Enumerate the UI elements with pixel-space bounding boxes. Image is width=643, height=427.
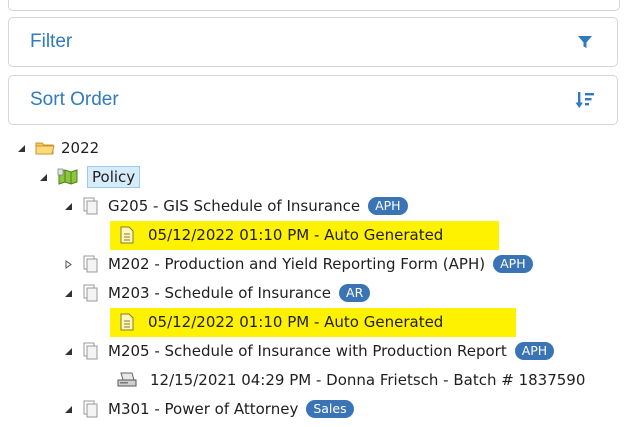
documents-icon bbox=[82, 196, 102, 216]
version-label: 05/12/2022 01:10 PM - Auto Generated bbox=[148, 313, 444, 331]
form-label: M202 - Production and Yield Reporting Fo… bbox=[108, 255, 486, 273]
folder-icon bbox=[35, 140, 55, 156]
form-label: M203 - Schedule of Insurance bbox=[108, 284, 332, 302]
expand-arrow-icon[interactable] bbox=[63, 346, 73, 356]
expand-arrow-icon[interactable] bbox=[63, 201, 73, 211]
version-label: 12/15/2021 04:29 PM - Donna Frietsch - B… bbox=[150, 371, 586, 389]
previous-panel-edge bbox=[8, 0, 620, 11]
tree-node-version[interactable]: 05/12/2022 01:10 PM - Auto Generated bbox=[118, 308, 443, 336]
collapsed-arrow-icon[interactable] bbox=[63, 259, 73, 269]
form-label: M205 - Schedule of Insurance with Produc… bbox=[108, 342, 507, 360]
documents-icon bbox=[82, 283, 102, 303]
expand-arrow-icon[interactable] bbox=[63, 404, 73, 414]
sort-order-icon[interactable] bbox=[573, 88, 597, 112]
documents-icon bbox=[82, 254, 102, 274]
version-label: 05/12/2022 01:10 PM - Auto Generated bbox=[148, 226, 444, 244]
sort-order-title: Sort Order bbox=[30, 89, 119, 110]
expand-arrow-icon[interactable] bbox=[16, 143, 26, 153]
documents-icon bbox=[82, 399, 102, 419]
tree-node-form-g205[interactable]: G205 - GIS Schedule of Insurance APH bbox=[63, 192, 408, 220]
form-label: M301 - Power of Attorney bbox=[108, 400, 299, 418]
tree-node-year[interactable]: 2022 bbox=[16, 134, 99, 162]
policy-label: Policy bbox=[87, 166, 141, 188]
filter-panel[interactable]: Filter bbox=[8, 17, 618, 67]
tree-node-version[interactable]: 05/12/2022 01:10 PM - Auto Generated bbox=[118, 221, 443, 249]
form-tag-badge: APH bbox=[493, 255, 533, 273]
filter-funnel-icon[interactable] bbox=[573, 30, 597, 54]
tree-node-policy[interactable]: Policy bbox=[38, 163, 141, 191]
expand-arrow-icon[interactable] bbox=[63, 288, 73, 298]
documents-icon bbox=[82, 341, 102, 361]
tree-node-form-m301[interactable]: M301 - Power of Attorney Sales bbox=[63, 395, 354, 423]
form-label: G205 - GIS Schedule of Insurance bbox=[108, 197, 361, 215]
document-icon bbox=[118, 225, 136, 245]
tree-node-form-m202[interactable]: M202 - Production and Yield Reporting Fo… bbox=[63, 250, 533, 278]
form-tag-badge: APH bbox=[514, 342, 555, 360]
form-tag-badge: APH bbox=[368, 197, 408, 215]
expand-arrow-icon[interactable] bbox=[38, 172, 48, 182]
scanner-icon bbox=[116, 370, 138, 390]
form-tag-badge: AR bbox=[339, 284, 371, 302]
sort-order-panel[interactable]: Sort Order bbox=[8, 75, 618, 125]
tree-node-form-m205[interactable]: M205 - Schedule of Insurance with Produc… bbox=[63, 337, 555, 365]
tree-node-version[interactable]: 12/15/2021 04:29 PM - Donna Frietsch - B… bbox=[116, 366, 585, 394]
form-tag-badge: Sales bbox=[306, 400, 354, 418]
filter-title: Filter bbox=[30, 31, 73, 52]
policy-map-icon bbox=[57, 168, 79, 186]
tree-node-form-m203[interactable]: M203 - Schedule of Insurance AR bbox=[63, 279, 371, 307]
document-icon bbox=[118, 312, 136, 332]
year-label: 2022 bbox=[61, 139, 100, 157]
